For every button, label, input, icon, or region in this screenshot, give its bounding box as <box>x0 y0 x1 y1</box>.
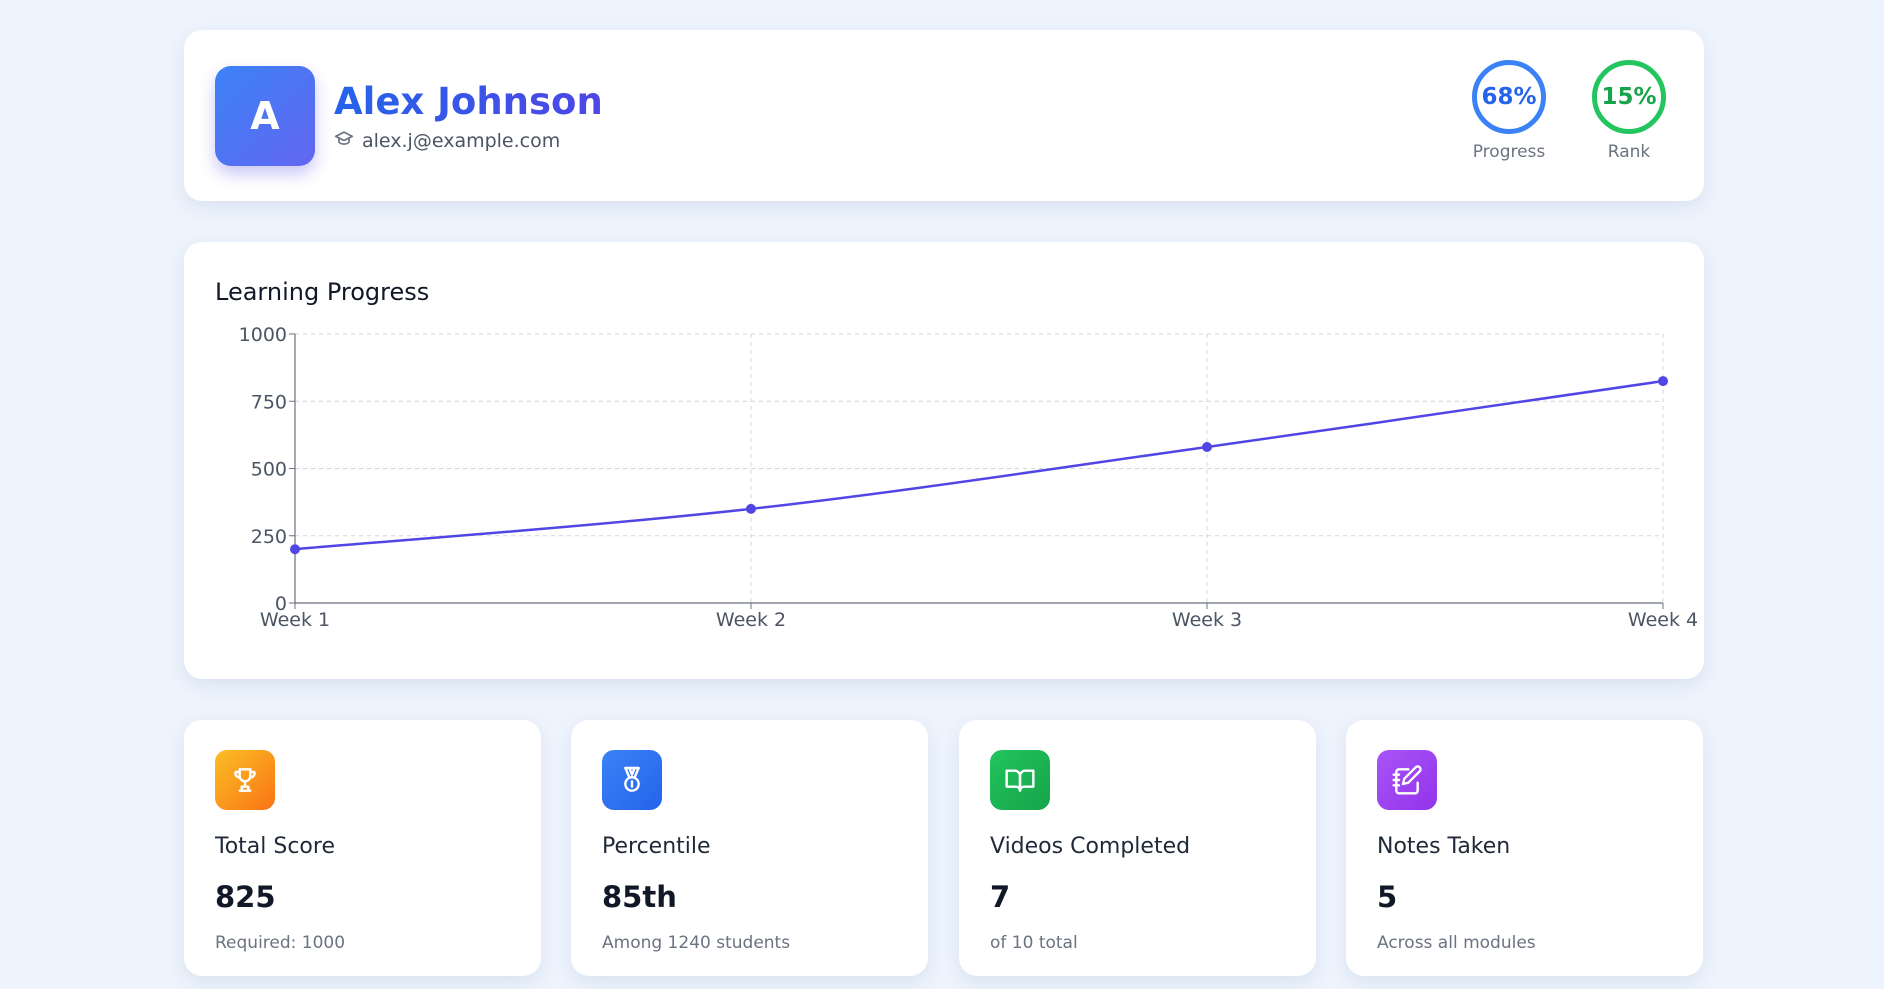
videos-completed-value: 7 <box>990 880 1011 914</box>
notes-taken-value: 5 <box>1377 880 1398 914</box>
videos-completed-label: Videos Completed <box>990 834 1191 859</box>
rank-label: Rank <box>1607 142 1651 162</box>
avatar: A <box>215 66 315 166</box>
x-tick-label: Week 3 <box>1172 609 1242 631</box>
progress-ring: 68% <box>1472 60 1546 134</box>
data-point <box>290 544 300 555</box>
user-email: alex.j@example.com <box>362 129 561 152</box>
notes-taken-card: Notes Taken 5 Across all modules <box>1346 720 1703 976</box>
rank-ring: 15% <box>1592 60 1666 134</box>
total-score-subtext: Required: 1000 <box>215 933 346 953</box>
progress-stat: 68% Progress <box>1454 60 1564 162</box>
data-point <box>1658 376 1668 387</box>
data-point <box>1202 441 1212 452</box>
x-tick-label: Week 2 <box>716 609 786 631</box>
x-tick-label: Week 1 <box>260 609 330 631</box>
percentile-card: Percentile 85th Among 1240 students <box>571 720 928 976</box>
profile-header-card: A Alex Johnson alex.j@example.com 68% Pr… <box>184 30 1704 201</box>
learning-progress-card: Learning Progress 0 250 500 750 1000 Week 1 We… <box>184 242 1704 679</box>
total-score-value: 825 <box>215 880 276 914</box>
user-email-row: alex.j@example.com <box>334 128 560 153</box>
total-score-card: Total Score 825 Required: 1000 <box>184 720 541 976</box>
series-line <box>294 379 1664 551</box>
percentile-value: 85th <box>602 880 677 914</box>
progress-label: Progress <box>1472 142 1546 162</box>
y-tick-label: 750 <box>251 391 287 413</box>
trophy-icon <box>215 750 275 810</box>
notes-taken-subtext: Across all modules <box>1377 933 1536 953</box>
total-score-label: Total Score <box>215 834 335 859</box>
rank-stat: 15% Rank <box>1574 60 1684 162</box>
medal-icon <box>602 750 662 810</box>
percentile-subtext: Among 1240 students <box>602 933 791 953</box>
videos-completed-card: Videos Completed 7 of 10 total <box>959 720 1316 976</box>
user-name: Alex Johnson <box>334 80 603 123</box>
x-tick-label: Week 4 <box>1628 609 1698 631</box>
book-open-icon <box>990 750 1050 810</box>
percentile-label: Percentile <box>602 834 711 859</box>
notebook-pen-icon <box>1377 750 1437 810</box>
data-point <box>746 503 756 514</box>
y-tick-label: 500 <box>251 459 287 481</box>
notes-taken-label: Notes Taken <box>1377 834 1511 859</box>
learning-progress-chart: 02505007501000Week 1 Week 2 Week 3 Week 4 <box>239 324 1698 631</box>
graduation-cap-icon <box>334 128 354 153</box>
y-tick-label: 250 <box>251 526 287 548</box>
y-tick-label: 1000 <box>239 324 287 346</box>
videos-completed-subtext: of 10 total <box>990 933 1078 953</box>
